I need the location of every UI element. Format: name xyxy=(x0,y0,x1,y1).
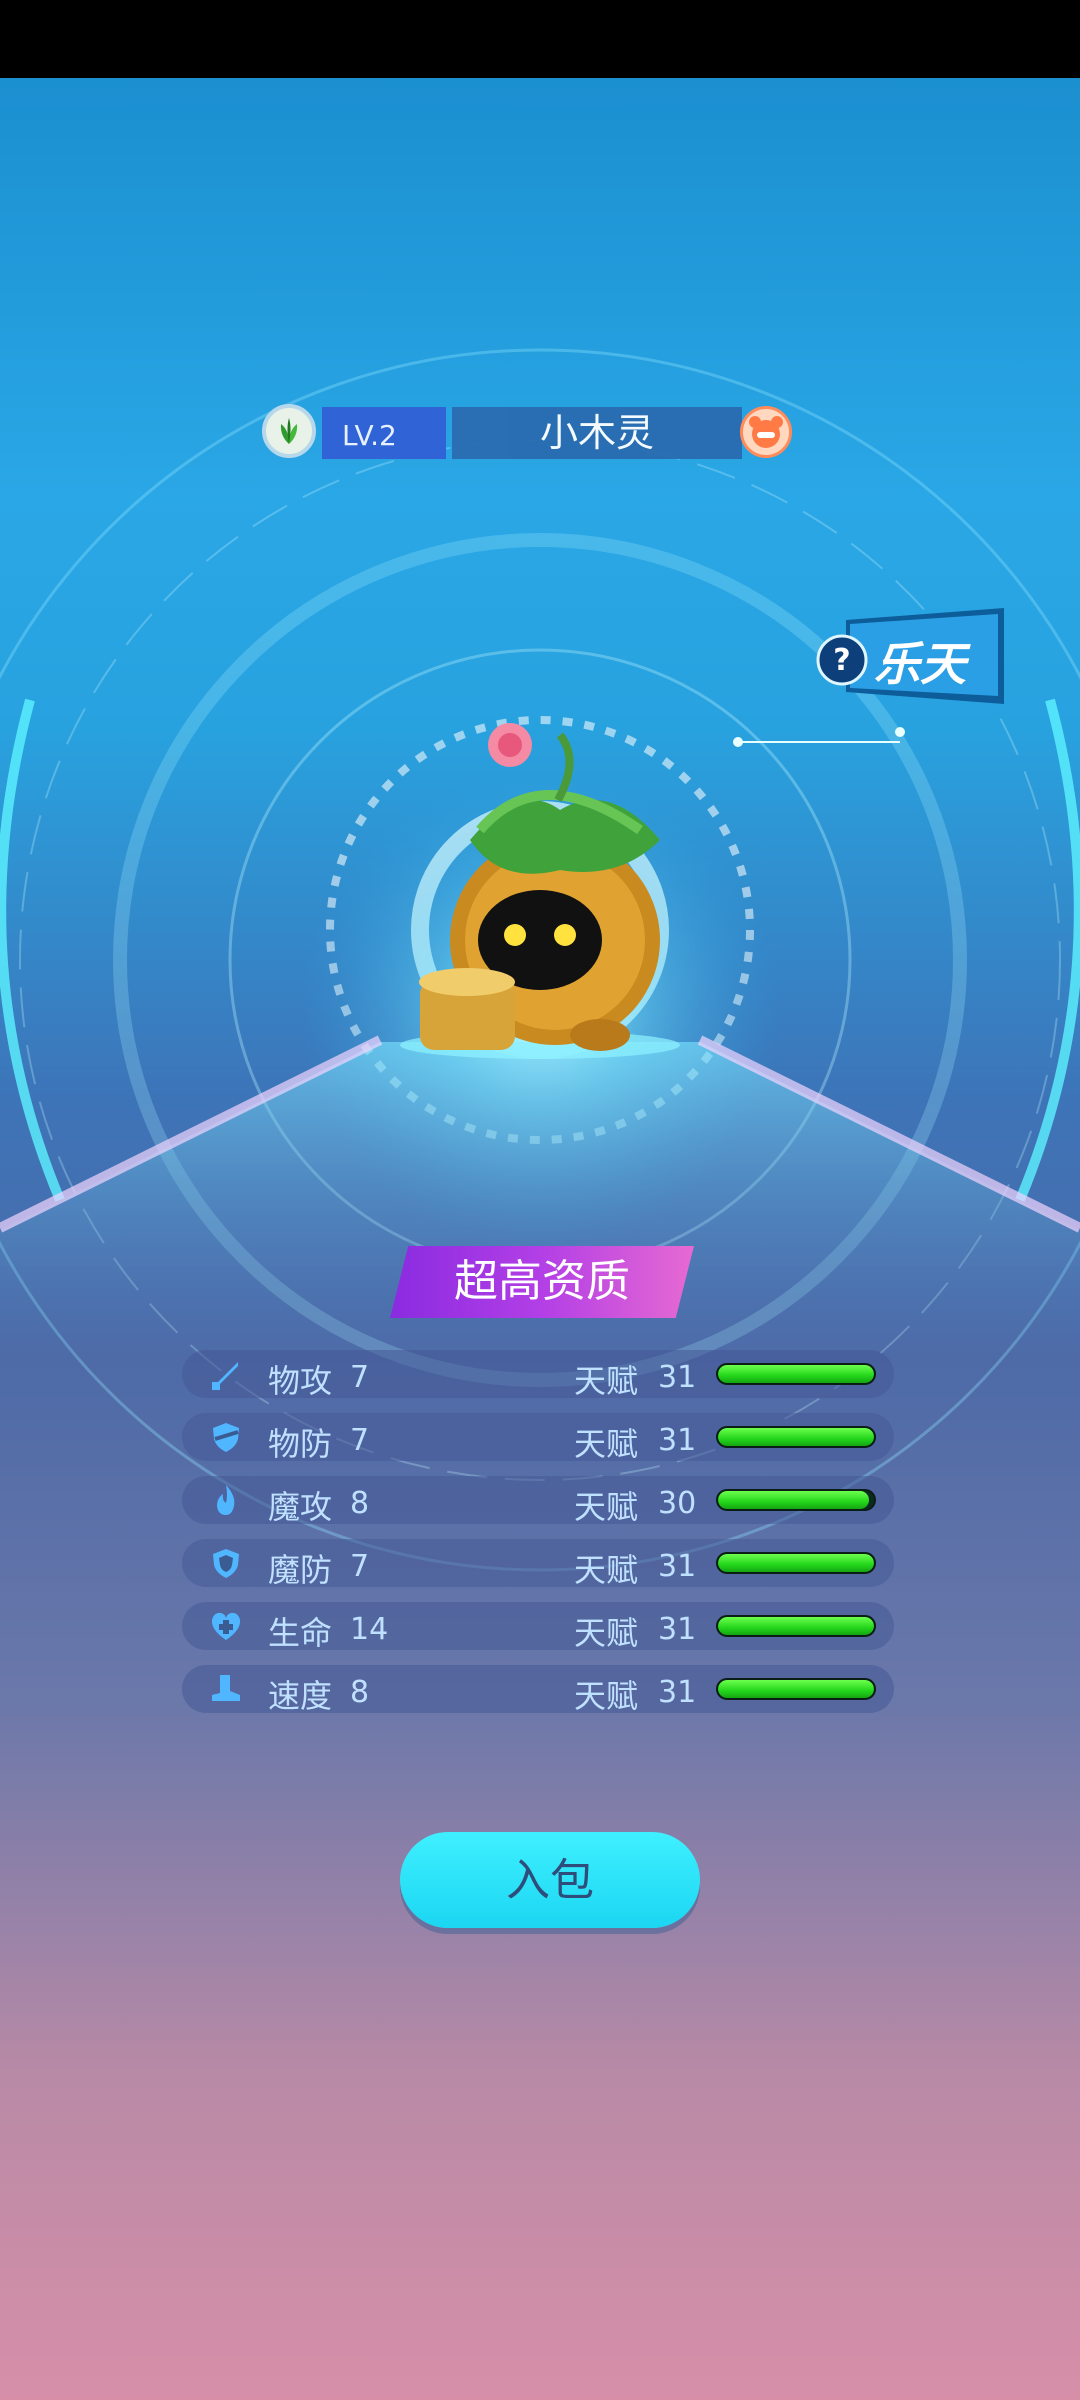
stat-label: 魔防 xyxy=(268,1551,333,1589)
stat-value: 8 xyxy=(350,1675,370,1710)
talent-bar xyxy=(716,1552,876,1574)
talent-bar-fill xyxy=(718,1680,874,1698)
sword-icon xyxy=(212,1362,238,1390)
talent-bar-fill xyxy=(718,1617,874,1635)
pet-header: LV.2 小木灵 xyxy=(262,401,794,461)
stat-label: 生命 xyxy=(268,1614,333,1652)
talent-label: 天赋 xyxy=(574,1362,639,1400)
talent-bar-fill xyxy=(718,1554,874,1572)
talent-label: 天赋 xyxy=(574,1425,639,1463)
personality-tag: ? 乐天 xyxy=(806,608,1004,704)
talent-bar-fill xyxy=(718,1491,870,1509)
stat-label: 魔攻 xyxy=(268,1488,333,1526)
stat-row-health: 生命 14 天赋 31 xyxy=(182,1602,894,1652)
talent-value: 30 xyxy=(658,1486,697,1521)
stat-row-physical-attack: 物攻 7 天赋 31 xyxy=(182,1350,894,1400)
talent-value: 31 xyxy=(658,1549,697,1584)
stat-row-speed: 速度 8 天赋 31 xyxy=(182,1665,894,1715)
talent-bar-fill xyxy=(718,1365,874,1383)
pet-name: 小木灵 xyxy=(539,411,654,455)
shield-slash-icon xyxy=(213,1423,239,1452)
stat-row-physical-defense: 物防 7 天赋 31 xyxy=(182,1413,894,1463)
heart-plus-icon xyxy=(211,1612,241,1640)
talent-label: 天赋 xyxy=(574,1488,639,1526)
stat-value: 7 xyxy=(350,1549,370,1584)
talent-value: 31 xyxy=(658,1360,697,1395)
talent-bar xyxy=(716,1489,876,1511)
quality-banner: 超高资质 xyxy=(390,1246,694,1318)
talent-label: 天赋 xyxy=(574,1677,639,1715)
stat-row-magic-defense: 魔防 7 天赋 31 xyxy=(182,1539,894,1589)
boot-icon xyxy=(212,1675,240,1701)
add-to-bag-button[interactable]: 入包 xyxy=(400,1832,700,1928)
stat-value: 14 xyxy=(350,1612,389,1647)
talent-label: 天赋 xyxy=(574,1614,639,1652)
add-to-bag-label: 入包 xyxy=(506,1856,594,1905)
flame-icon xyxy=(217,1485,235,1515)
stat-value: 8 xyxy=(350,1486,370,1521)
stat-value: 7 xyxy=(350,1423,370,1458)
quality-text: 超高资质 xyxy=(454,1256,630,1307)
talent-label: 天赋 xyxy=(574,1551,639,1589)
talent-value: 31 xyxy=(658,1612,697,1647)
stat-value: 7 xyxy=(350,1360,370,1395)
svg-text:?: ? xyxy=(833,643,850,678)
talent-bar xyxy=(716,1426,876,1448)
shield-icon xyxy=(213,1549,239,1578)
level-text: LV.2 xyxy=(342,419,397,452)
talent-bar xyxy=(716,1615,876,1637)
level-badge: LV.2 xyxy=(322,407,446,459)
leaf-element-icon xyxy=(262,404,316,458)
talent-value: 31 xyxy=(658,1423,697,1458)
talent-value: 31 xyxy=(658,1675,697,1710)
talent-bar-fill xyxy=(718,1428,874,1446)
talent-bar xyxy=(716,1678,876,1700)
stat-label: 物防 xyxy=(268,1425,333,1463)
talent-bar xyxy=(716,1363,876,1385)
stat-label: 速度 xyxy=(268,1677,333,1715)
stat-label: 物攻 xyxy=(268,1362,333,1400)
personality-text: 乐天 xyxy=(874,637,966,691)
pet-name-box: 小木灵 xyxy=(452,407,742,459)
stat-row-magic-attack: 魔攻 8 天赋 30 xyxy=(182,1476,894,1526)
bear-faction-icon xyxy=(740,406,792,458)
status-bar xyxy=(0,0,1080,78)
